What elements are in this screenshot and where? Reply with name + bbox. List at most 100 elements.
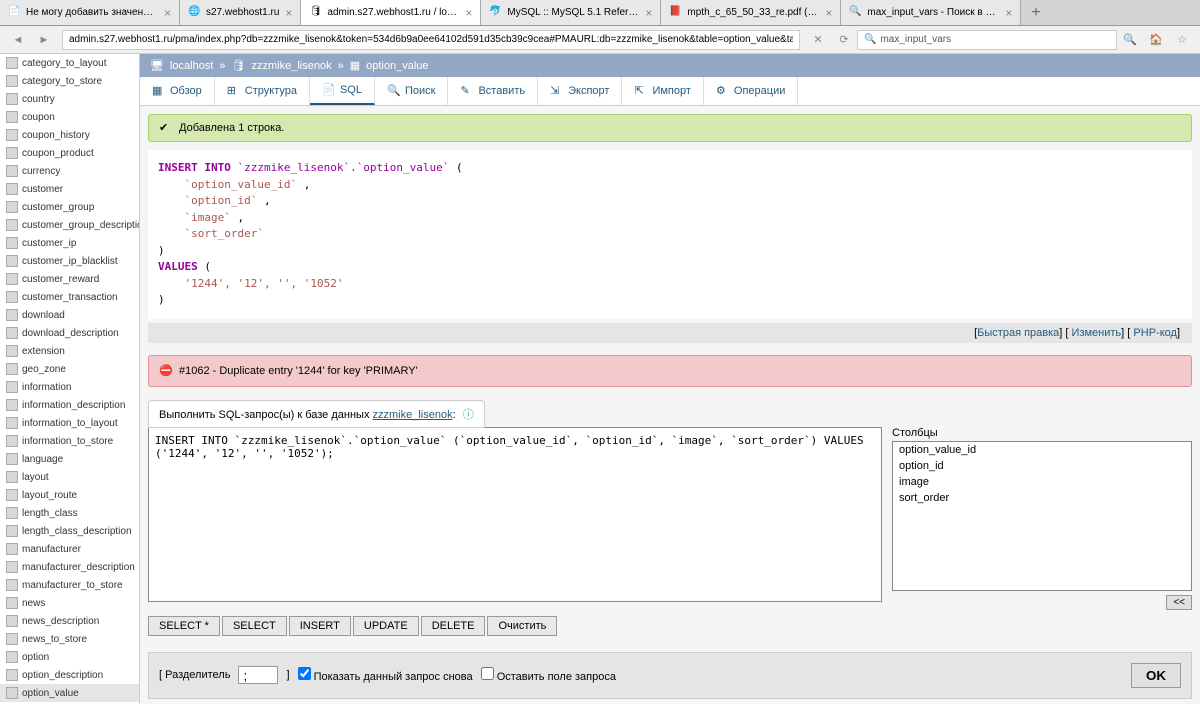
tab-search[interactable]: 🔍Поиск <box>375 77 448 105</box>
sql-template-button[interactable]: SELECT * <box>148 616 220 636</box>
tab-sql[interactable]: 📄SQL <box>310 77 375 105</box>
sidebar-item-customer_group[interactable]: customer_group <box>0 198 139 216</box>
browser-tab[interactable]: 🐬MySQL :: MySQL 5.1 Reference Manual ::.… <box>481 0 661 25</box>
delimiter-input[interactable] <box>238 666 278 684</box>
sidebar-item-coupon_product[interactable]: coupon_product <box>0 144 139 162</box>
column-option[interactable]: option_value_id <box>893 442 1191 458</box>
ok-button[interactable]: OK <box>1131 663 1181 688</box>
sidebar-item-news_to_store[interactable]: news_to_store <box>0 630 139 648</box>
link-edit[interactable]: Изменить <box>1072 327 1122 339</box>
close-icon[interactable]: × <box>465 6 472 20</box>
search-go-button[interactable]: 🔍 <box>1119 29 1141 51</box>
sidebar-item-layout_route[interactable]: layout_route <box>0 486 139 504</box>
sql-template-button[interactable]: INSERT <box>289 616 351 636</box>
sidebar-item-customer_reward[interactable]: customer_reward <box>0 270 139 288</box>
tab-export[interactable]: ⇲Экспорт <box>538 77 622 105</box>
close-icon[interactable]: × <box>1005 6 1012 20</box>
sidebar-item-customer[interactable]: customer <box>0 180 139 198</box>
favicon-icon: 🛢 <box>309 6 323 20</box>
keep-query-checkbox[interactable]: Оставить поле запроса <box>481 667 616 683</box>
sidebar-item-download[interactable]: download <box>0 306 139 324</box>
table-icon <box>6 597 18 609</box>
table-icon <box>6 435 18 447</box>
query-db-link[interactable]: zzzmike_lisenok <box>373 409 453 421</box>
columns-list[interactable]: option_value_idoption_idimagesort_order <box>892 441 1192 591</box>
column-option[interactable]: image <box>893 474 1191 490</box>
insert-column-button[interactable]: << <box>1166 595 1192 610</box>
sidebar-item-category_to_layout[interactable]: category_to_layout <box>0 54 139 72</box>
bookmark-button[interactable]: ☆ <box>1171 29 1193 51</box>
sidebar-item-customer_ip_blacklist[interactable]: customer_ip_blacklist <box>0 252 139 270</box>
sidebar-item-manufacturer_description[interactable]: manufacturer_description <box>0 558 139 576</box>
error-icon: ⛔ <box>159 364 173 378</box>
breadcrumb-db[interactable]: zzzmike_lisenok <box>251 60 331 72</box>
sidebar-item-coupon_history[interactable]: coupon_history <box>0 126 139 144</box>
sidebar-item-information_description[interactable]: information_description <box>0 396 139 414</box>
link-quick-edit[interactable]: Быстрая правка <box>977 327 1059 339</box>
sidebar-item-download_description[interactable]: download_description <box>0 324 139 342</box>
sidebar-item-option[interactable]: option <box>0 648 139 666</box>
sql-template-button[interactable]: DELETE <box>421 616 486 636</box>
sidebar-item-layout[interactable]: layout <box>0 468 139 486</box>
reload-button[interactable]: ⟳ <box>833 29 855 51</box>
sidebar-item-information[interactable]: information <box>0 378 139 396</box>
tab-insert[interactable]: ✎Вставить <box>448 77 538 105</box>
export-icon: ⇲ <box>550 84 564 98</box>
close-icon[interactable]: × <box>825 6 832 20</box>
table-icon <box>6 111 18 123</box>
sidebar-item-news[interactable]: news <box>0 594 139 612</box>
sidebar-item-customer_group_descriptio[interactable]: customer_group_descriptio <box>0 216 139 234</box>
tab-operations[interactable]: ⚙Операции <box>704 77 798 105</box>
sql-template-button[interactable]: UPDATE <box>353 616 419 636</box>
browser-tab[interactable]: 📕mpth_c_65_50_33_re.pdf (объект «appli..… <box>661 0 841 25</box>
sidebar-item-option_value[interactable]: option_value <box>0 684 139 702</box>
column-option[interactable]: sort_order <box>893 490 1191 506</box>
sidebar-item-manufacturer[interactable]: manufacturer <box>0 540 139 558</box>
sidebar-item-information_to_layout[interactable]: information_to_layout <box>0 414 139 432</box>
sidebar-item-manufacturer_to_store[interactable]: manufacturer_to_store <box>0 576 139 594</box>
help-icon[interactable]: ⓘ <box>463 409 474 421</box>
sql-query-textarea[interactable] <box>148 427 882 602</box>
close-icon[interactable]: × <box>645 6 652 20</box>
home-button[interactable]: 🏠 <box>1145 29 1167 51</box>
tab-structure[interactable]: ⊞Структура <box>215 77 310 105</box>
browser-tab[interactable]: 🌐s27.webhost1.ru× <box>180 0 301 25</box>
sql-template-button[interactable]: SELECT <box>222 616 287 636</box>
sidebar-item-extension[interactable]: extension <box>0 342 139 360</box>
search-box[interactable]: 🔍max_input_vars <box>857 30 1117 50</box>
sql-template-button[interactable]: Очистить <box>487 616 557 636</box>
show-again-checkbox[interactable]: Показать данный запрос снова <box>298 667 473 683</box>
sidebar-item-language[interactable]: language <box>0 450 139 468</box>
sidebar-item-option_description[interactable]: option_description <box>0 666 139 684</box>
browser-tab[interactable]: 🔍max_input_vars - Поиск в Google× <box>841 0 1021 25</box>
table-icon <box>6 345 18 357</box>
forward-button[interactable]: ► <box>33 29 55 51</box>
column-option[interactable]: option_id <box>893 458 1191 474</box>
sidebar-item-news_description[interactable]: news_description <box>0 612 139 630</box>
tab-browse[interactable]: ▦Обзор <box>140 77 215 105</box>
sidebar-item-geo_zone[interactable]: geo_zone <box>0 360 139 378</box>
back-button[interactable]: ◄ <box>7 29 29 51</box>
breadcrumb-table[interactable]: option_value <box>366 60 428 72</box>
sidebar-item-length_class[interactable]: length_class <box>0 504 139 522</box>
stop-button[interactable]: ✕ <box>807 29 829 51</box>
close-icon[interactable]: × <box>164 6 171 20</box>
browser-tab-active[interactable]: 🛢admin.s27.webhost1.ru / localhost / zzz… <box>301 0 481 25</box>
tab-import[interactable]: ⇱Импорт <box>622 77 703 105</box>
delimiter-label: [ Разделитель <box>159 669 230 681</box>
sidebar-item-currency[interactable]: currency <box>0 162 139 180</box>
favicon-icon: 🌐 <box>188 6 202 20</box>
sidebar-item-category_to_store[interactable]: category_to_store <box>0 72 139 90</box>
sidebar-item-customer_ip[interactable]: customer_ip <box>0 234 139 252</box>
link-php[interactable]: PHP-код <box>1133 327 1177 339</box>
sidebar-item-length_class_description[interactable]: length_class_description <box>0 522 139 540</box>
sidebar-item-country[interactable]: country <box>0 90 139 108</box>
url-input[interactable] <box>62 30 800 50</box>
breadcrumb-server[interactable]: localhost <box>170 60 213 72</box>
sidebar-item-coupon[interactable]: coupon <box>0 108 139 126</box>
browser-tab[interactable]: 📄Не могу добавить значение опции - Op...… <box>0 0 180 25</box>
close-icon[interactable]: × <box>285 6 292 20</box>
new-tab-button[interactable]: + <box>1021 4 1050 22</box>
sidebar-item-customer_transaction[interactable]: customer_transaction <box>0 288 139 306</box>
sidebar-item-information_to_store[interactable]: information_to_store <box>0 432 139 450</box>
